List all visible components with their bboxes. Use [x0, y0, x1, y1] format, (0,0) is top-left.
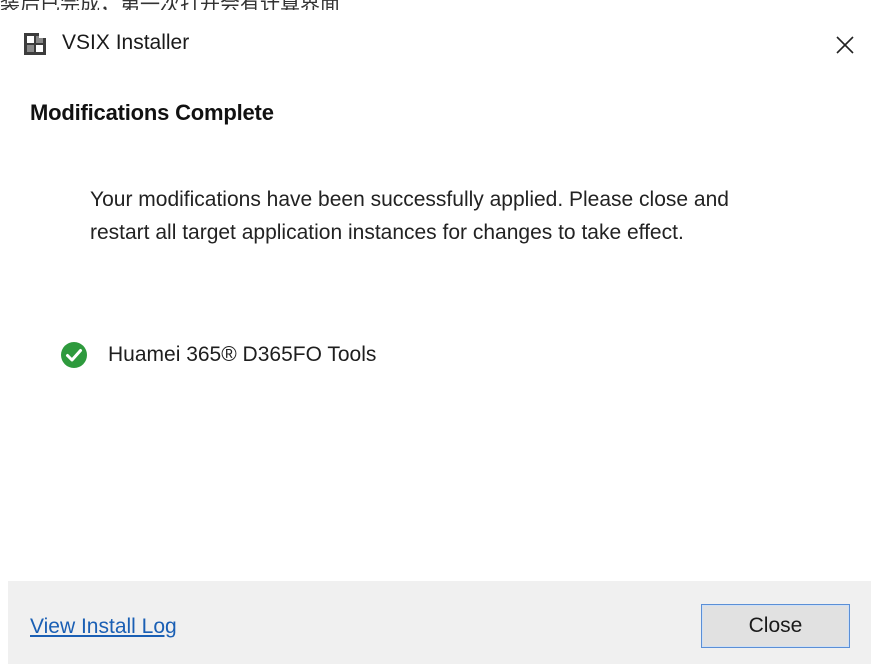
cropped-top-text-label: 装后已完成，第一次打开会有计算界面	[0, 0, 340, 10]
page-title: Modifications Complete	[30, 100, 274, 125]
extension-name: Huamei 365® D365FO Tools	[108, 343, 377, 366]
cropped-top-text: 装后已完成，第一次打开会有计算界面	[0, 0, 871, 10]
title-bar: VSIX Installer	[0, 18, 871, 68]
list-item: Huamei 365® D365FO Tools	[60, 340, 376, 370]
vsix-installer-icon	[24, 33, 46, 55]
vsix-installer-window: 装后已完成，第一次打开会有计算界面 VSIX Installer Modific…	[0, 0, 871, 664]
view-install-log-link[interactable]: View Install Log	[30, 615, 177, 639]
close-button[interactable]: Close	[701, 604, 850, 648]
checkmark-circle-icon	[60, 341, 88, 369]
close-icon[interactable]	[828, 30, 862, 60]
footer-bar: View Install Log Close	[8, 581, 871, 664]
status-message: Your modifications have been successfull…	[90, 188, 729, 244]
window-title: VSIX Installer	[62, 31, 190, 54]
